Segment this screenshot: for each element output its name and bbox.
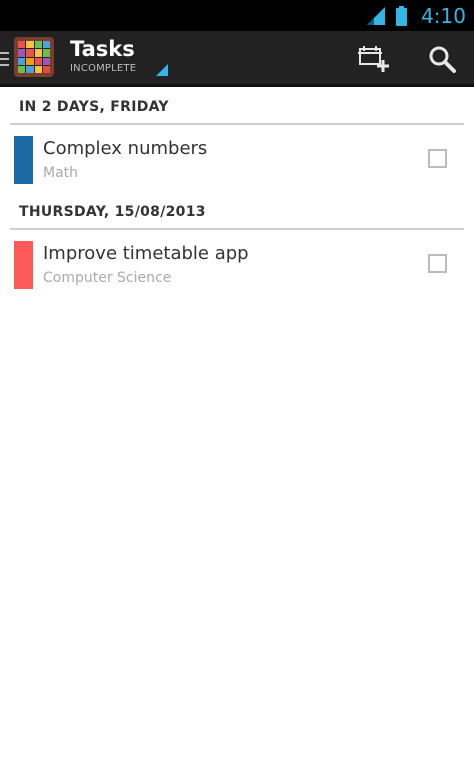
screen: 4:10 Tasks INCOMPLETE IN 2 DAYS, FRIDAY …	[0, 0, 474, 759]
search-button[interactable]	[414, 35, 470, 83]
task-complete-checkbox[interactable]	[428, 254, 447, 273]
task-title: Improve timetable app	[43, 243, 249, 264]
task-subject: Computer Science	[43, 270, 172, 286]
status-time: 4:10	[421, 3, 466, 28]
signal-icon	[367, 6, 386, 25]
subject-color-bar	[14, 136, 33, 184]
app-icon[interactable]	[14, 37, 54, 77]
subject-color-bar	[14, 241, 33, 289]
action-bar: Tasks INCOMPLETE	[0, 31, 474, 87]
task-row[interactable]: Complex numbers Math	[10, 126, 464, 196]
task-row[interactable]: Improve timetable app Computer Science	[10, 231, 464, 301]
menu-indicator-icon[interactable]	[0, 49, 10, 69]
spinner-corner-icon	[156, 64, 168, 76]
section-header: THURSDAY, 15/08/2013	[10, 196, 464, 230]
task-title: Complex numbers	[43, 138, 208, 159]
page-title[interactable]: Tasks	[70, 37, 135, 61]
task-complete-checkbox[interactable]	[428, 149, 447, 168]
search-icon	[429, 46, 456, 73]
task-subject: Math	[43, 165, 79, 181]
app-icon-grid	[18, 41, 50, 73]
section-header: IN 2 DAYS, FRIDAY	[10, 91, 464, 125]
status-bar: 4:10	[0, 0, 474, 31]
add-task-icon	[358, 46, 389, 72]
add-task-button[interactable]	[346, 35, 402, 83]
filter-spinner-label[interactable]: INCOMPLETE	[70, 63, 136, 75]
battery-icon	[396, 5, 408, 26]
